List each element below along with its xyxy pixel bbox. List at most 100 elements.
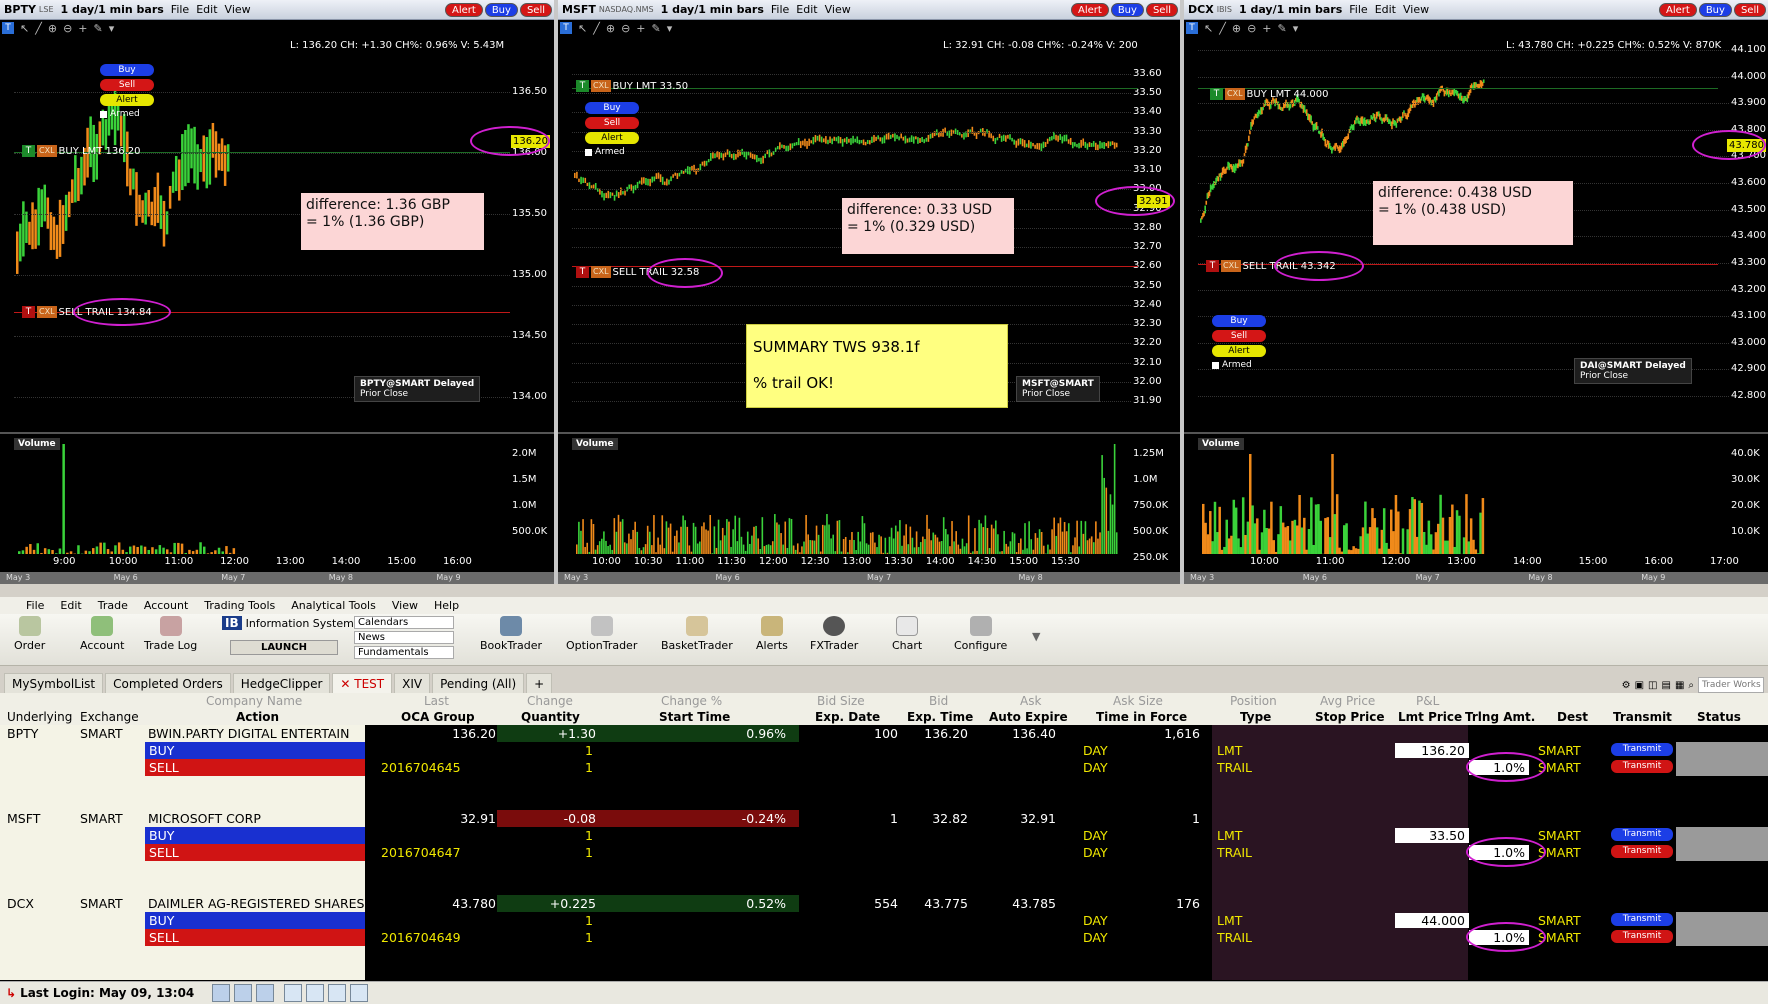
- underlying-row[interactable]: BPTY SMART BWIN.PARTY DIGITAL ENTERTAIN 136…: [0, 725, 1768, 742]
- layout-1-icon[interactable]: [212, 984, 231, 1002]
- menu-help[interactable]: Help: [434, 599, 459, 612]
- menu-view[interactable]: View: [225, 3, 251, 16]
- timeframe-dropdown[interactable]: 1 day/1 min bars: [661, 3, 764, 16]
- col-ask-size[interactable]: Ask Size: [1113, 694, 1163, 708]
- armed-checkbox[interactable]: Armed: [100, 109, 154, 119]
- transmit-icon[interactable]: T: [576, 266, 589, 278]
- baskettrader-button[interactable]: BasketTrader: [661, 616, 733, 652]
- col-position[interactable]: Position: [1230, 694, 1277, 708]
- buy-order-tag[interactable]: T CXL BUY LMT 44.000: [1210, 88, 1328, 100]
- mini-sell-button[interactable]: Sell: [100, 79, 154, 91]
- underlying-row[interactable]: DCX SMART DAIMLER AG-REGISTERED SHARES 43.7…: [0, 895, 1768, 912]
- time-in-force[interactable]: DAY: [1083, 930, 1108, 945]
- col-lmt-price[interactable]: Lmt Price: [1398, 710, 1462, 724]
- more-icon[interactable]: ▾: [1293, 22, 1299, 35]
- lock-icon[interactable]: ▤: [1661, 680, 1670, 691]
- detach-icon[interactable]: ◫: [1648, 680, 1657, 691]
- tab-hedgeclipper[interactable]: HedgeClipper: [232, 673, 331, 693]
- tradelog-button[interactable]: Trade Log: [144, 616, 197, 652]
- cursor-icon[interactable]: ↖: [1204, 22, 1213, 35]
- buy-button[interactable]: Buy: [1698, 2, 1732, 17]
- chart-layout-3-icon[interactable]: [328, 984, 347, 1002]
- crosshair-icon[interactable]: +: [1262, 22, 1271, 35]
- alert-button[interactable]: Alert: [445, 2, 483, 17]
- calendars-dropdown[interactable]: Calendars: [354, 616, 454, 629]
- zoom-out-icon[interactable]: ⊖: [621, 22, 630, 35]
- transmit-icon[interactable]: T: [1206, 260, 1219, 272]
- buy-button[interactable]: Buy: [1110, 2, 1144, 17]
- alert-button[interactable]: Alert: [1071, 2, 1109, 17]
- transmit-icon[interactable]: T: [22, 306, 35, 318]
- transmit-button[interactable]: Transmit: [1611, 828, 1673, 841]
- transmit-icon[interactable]: T: [576, 80, 589, 92]
- crosshair-icon[interactable]: +: [78, 22, 87, 35]
- time-in-force[interactable]: DAY: [1083, 743, 1108, 758]
- search-icon[interactable]: ⌕: [1688, 680, 1694, 691]
- destination[interactable]: SMART: [1538, 913, 1581, 928]
- armed-checkbox[interactable]: Armed: [585, 147, 639, 157]
- tab-mysymbollist[interactable]: MySymbolList: [4, 673, 104, 693]
- chart-symbol[interactable]: BPTY: [4, 3, 36, 16]
- mini-buy-button[interactable]: Buy: [100, 64, 154, 76]
- booktrader-button[interactable]: BookTrader: [480, 616, 542, 652]
- order-quantity[interactable]: 1: [585, 743, 593, 758]
- col-last[interactable]: Last: [424, 694, 449, 708]
- chart-layout-2-icon[interactable]: [306, 984, 325, 1002]
- chart-symbol[interactable]: DCX: [1188, 3, 1214, 16]
- col-change-pct[interactable]: Change %: [661, 694, 722, 708]
- transmit-button[interactable]: Transmit: [1611, 743, 1673, 756]
- line-icon[interactable]: ╱: [35, 22, 42, 35]
- alert-button[interactable]: Alert: [1659, 2, 1697, 17]
- menu-edit[interactable]: Edit: [1375, 3, 1396, 16]
- add-tab-button[interactable]: +: [526, 673, 553, 693]
- sell-button[interactable]: Sell: [1145, 2, 1178, 17]
- menu-view[interactable]: View: [1403, 3, 1429, 16]
- order-type[interactable]: LMT: [1217, 743, 1242, 758]
- fxtrader-button[interactable]: FXTrader: [810, 616, 858, 652]
- col-time-in-force[interactable]: Time in Force: [1096, 710, 1187, 724]
- order-type[interactable]: LMT: [1217, 913, 1242, 928]
- zoom-out-icon[interactable]: ⊖: [1247, 22, 1256, 35]
- alerts-button[interactable]: Alerts: [756, 616, 788, 652]
- col-pnl[interactable]: P&L: [1416, 694, 1439, 708]
- tool-icon[interactable]: T: [2, 22, 14, 34]
- col-dest[interactable]: Dest: [1557, 710, 1588, 724]
- more-icon[interactable]: ▾: [667, 22, 673, 35]
- underlying-row[interactable]: MSFT SMART MICROSOFT CORP 32.91 -0.08 -0.24% 1…: [0, 810, 1768, 827]
- menu-file[interactable]: File: [1349, 3, 1367, 16]
- oca-group[interactable]: 2016704645: [381, 760, 461, 775]
- menu-file[interactable]: File: [771, 3, 789, 16]
- col-status[interactable]: Status: [1697, 710, 1741, 724]
- order-button[interactable]: Order: [14, 616, 45, 652]
- toolbar-overflow-icon[interactable]: ▼: [1032, 630, 1040, 643]
- col-avg-price[interactable]: Avg Price: [1320, 694, 1375, 708]
- col-start-time[interactable]: Start Time: [659, 710, 730, 724]
- order-action[interactable]: SELL: [149, 845, 179, 860]
- close-icon[interactable]: ✕: [340, 677, 354, 691]
- order-quantity[interactable]: 1: [585, 760, 593, 775]
- menu-view[interactable]: View: [392, 599, 418, 612]
- time-in-force[interactable]: DAY: [1083, 760, 1108, 775]
- line-icon[interactable]: ╱: [593, 22, 600, 35]
- settings-icon[interactable]: ✎: [94, 22, 103, 35]
- menu-file[interactable]: File: [26, 599, 44, 612]
- tab-completed-orders[interactable]: Completed Orders: [105, 673, 231, 693]
- time-in-force[interactable]: DAY: [1083, 845, 1108, 860]
- transmit-button[interactable]: Transmit: [1611, 913, 1673, 926]
- order-action[interactable]: BUY: [149, 828, 174, 843]
- cancel-icon[interactable]: CXL: [1225, 88, 1245, 100]
- mini-alert-button[interactable]: Alert: [1212, 345, 1266, 357]
- chart-symbol[interactable]: MSFT: [562, 3, 596, 16]
- order-action[interactable]: BUY: [149, 743, 174, 758]
- more-icon[interactable]: ▾: [109, 22, 115, 35]
- order-action[interactable]: BUY: [149, 913, 174, 928]
- buy-button[interactable]: Buy: [484, 2, 518, 17]
- col-company-name[interactable]: Company Name: [206, 694, 302, 708]
- order-action[interactable]: SELL: [149, 930, 179, 945]
- oca-group[interactable]: 2016704649: [381, 930, 461, 945]
- col-quantity[interactable]: Quantity: [521, 710, 580, 724]
- mini-sell-button[interactable]: Sell: [585, 117, 639, 129]
- col-action[interactable]: Action: [236, 710, 279, 724]
- zoom-out-icon[interactable]: ⊖: [63, 22, 72, 35]
- order-action[interactable]: SELL: [149, 760, 179, 775]
